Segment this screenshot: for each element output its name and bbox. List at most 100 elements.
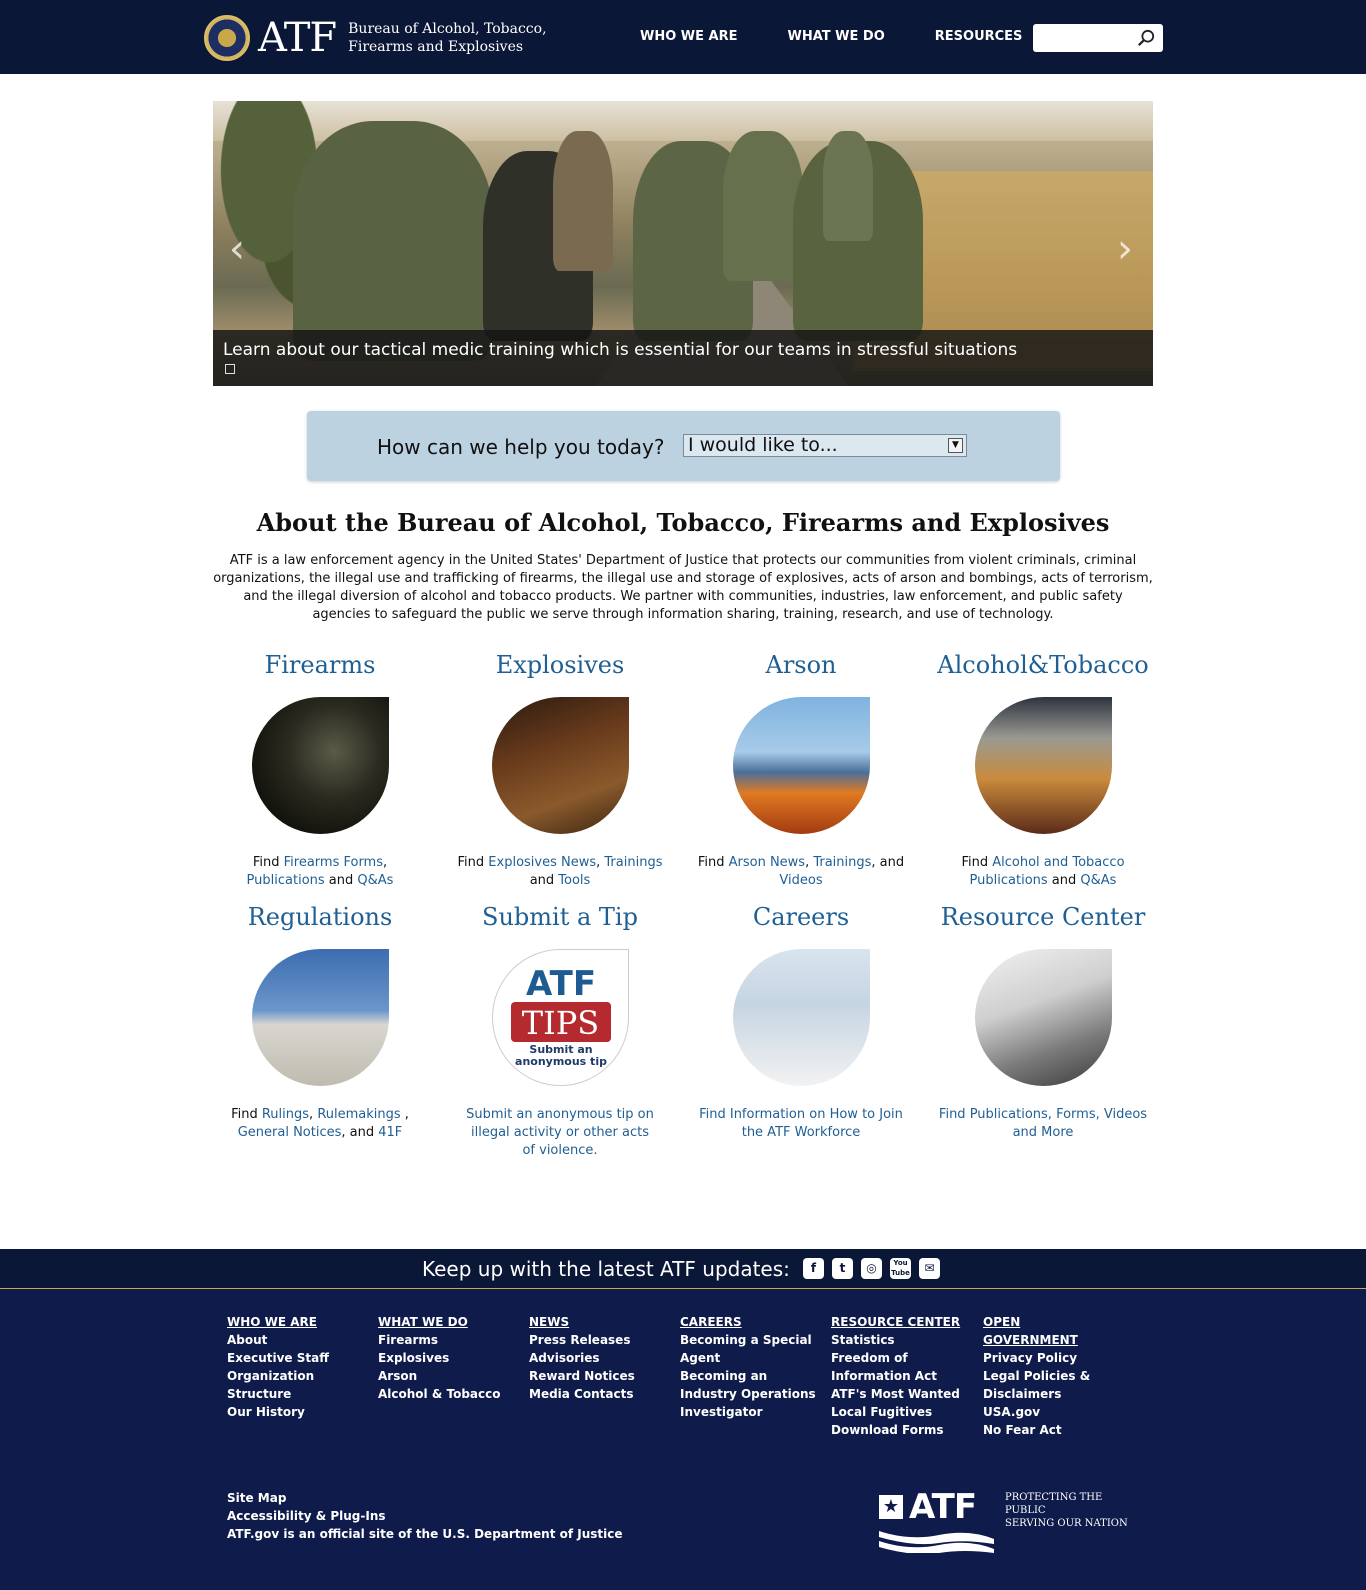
- footer-heading[interactable]: WHAT WE DO: [378, 1313, 528, 1331]
- submit-tip-link[interactable]: Submit an anonymous tip on illegal activ…: [466, 1107, 654, 1158]
- footer-link[interactable]: Freedom of Information Act: [831, 1349, 961, 1385]
- home-link[interactable]: ATF Bureau of Alcohol, Tobacco, Firearms…: [204, 14, 548, 62]
- footer-heading[interactable]: RESOURCE CENTER: [831, 1313, 961, 1331]
- firearms-forms-link[interactable]: Firearms Forms: [284, 855, 383, 870]
- nav-who-we-are[interactable]: WHO WE ARE: [640, 29, 738, 44]
- category-title[interactable]: Arson: [681, 651, 921, 683]
- search-icon[interactable]: [1137, 29, 1155, 47]
- category-alcohol-tobacco: Alcohol&Tobacco Find Alcohol and Tobacco…: [923, 651, 1163, 890]
- carousel-prev-button[interactable]: ‹: [229, 226, 245, 272]
- arson-image[interactable]: [732, 697, 870, 834]
- desc-text: and: [529, 873, 559, 888]
- desc-text: Find: [457, 855, 489, 870]
- instagram-icon[interactable]: ◎: [861, 1258, 882, 1279]
- 41f-link[interactable]: 41F: [378, 1125, 402, 1140]
- explosives-trainings-link[interactable]: Trainings: [604, 855, 662, 870]
- explosives-news-link[interactable]: Explosives News: [488, 855, 596, 870]
- category-title[interactable]: Firearms: [200, 651, 440, 683]
- footer-link[interactable]: Organization Structure: [227, 1367, 377, 1403]
- footer-link[interactable]: Privacy Policy: [983, 1349, 1108, 1367]
- flag-wave-icon: [879, 1531, 994, 1553]
- footer-link[interactable]: Advisories: [529, 1349, 679, 1367]
- footer-link[interactable]: Becoming a Special Agent: [680, 1331, 820, 1367]
- help-box: How can we help you today? I would like …: [307, 411, 1060, 481]
- category-title[interactable]: Regulations: [200, 903, 440, 935]
- arson-videos-link[interactable]: Videos: [779, 873, 822, 888]
- hero-soldier: [723, 131, 803, 281]
- arson-news-link[interactable]: Arson News: [729, 855, 805, 870]
- footer-link[interactable]: Local Fugitives: [831, 1403, 961, 1421]
- accessibility-link[interactable]: Accessibility & Plug-Ins: [227, 1507, 623, 1525]
- footer-link[interactable]: Press Releases: [529, 1331, 679, 1349]
- site-map-link[interactable]: Site Map: [227, 1489, 623, 1507]
- resource-center-link[interactable]: Find Publications, Forms, Videos and Mor…: [939, 1107, 1147, 1140]
- footer-link[interactable]: No Fear Act: [983, 1421, 1108, 1439]
- hero-carousel[interactable]: ‹ › Learn about our tactical medic train…: [213, 101, 1153, 386]
- carousel-caption-text[interactable]: Learn about our tactical medic training …: [223, 340, 1017, 360]
- hero-soldier: [553, 131, 613, 271]
- category-resource-center: Resource Center Find Publications, Forms…: [923, 903, 1163, 1142]
- category-title[interactable]: Careers: [681, 903, 921, 935]
- firearms-publications-link[interactable]: Publications: [247, 873, 325, 888]
- footer-link[interactable]: Media Contacts: [529, 1385, 679, 1403]
- footer-link[interactable]: USA.gov: [983, 1403, 1108, 1421]
- footer-link[interactable]: Download Forms: [831, 1421, 961, 1439]
- category-description: Find Explosives News, Trainings and Tool…: [440, 854, 680, 890]
- explosives-image[interactable]: [491, 697, 629, 834]
- footer-link[interactable]: Explosives: [378, 1349, 528, 1367]
- general-notices-link[interactable]: General Notices: [238, 1125, 342, 1140]
- footer-tagline: PROTECTING THE PUBLIC SERVING OUR NATION: [1005, 1491, 1145, 1530]
- footer-link[interactable]: Our History: [227, 1403, 377, 1421]
- arson-trainings-link[interactable]: Trainings: [813, 855, 871, 870]
- footer-link[interactable]: Alcohol & Tobacco: [378, 1385, 528, 1403]
- footer-link[interactable]: Arson: [378, 1367, 528, 1385]
- atf-tips-image[interactable]: ATF TIPS Submit an anonymous tip: [491, 949, 629, 1086]
- careers-info-link[interactable]: Find Information on How to Join the ATF …: [699, 1107, 903, 1140]
- tips-box: TIPS: [510, 1002, 611, 1042]
- footer-link[interactable]: Legal Policies & Disclaimers: [983, 1367, 1108, 1403]
- alcohol-tobacco-image[interactable]: [974, 697, 1112, 834]
- regulations-image[interactable]: [251, 949, 389, 1086]
- help-select[interactable]: I would like to... ▼: [683, 434, 967, 457]
- footer-col-resource-center: RESOURCE CENTER Statistics Freedom of In…: [831, 1313, 961, 1439]
- twitter-icon[interactable]: t: [832, 1258, 853, 1279]
- category-title[interactable]: Alcohol&Tobacco: [923, 651, 1163, 683]
- facebook-icon[interactable]: f: [803, 1258, 824, 1279]
- category-title[interactable]: Resource Center: [923, 903, 1163, 935]
- nav-what-we-do[interactable]: WHAT WE DO: [788, 29, 885, 44]
- firearms-image[interactable]: [251, 697, 389, 834]
- email-icon[interactable]: ✉: [919, 1258, 940, 1279]
- footer-link[interactable]: Reward Notices: [529, 1367, 679, 1385]
- tagline-line: PROTECTING THE PUBLIC: [1005, 1492, 1103, 1516]
- search-input[interactable]: [1033, 24, 1133, 52]
- main-nav: WHO WE ARE WHAT WE DO RESOURCES: [640, 29, 1072, 44]
- desc-text: Find: [252, 855, 284, 870]
- explosives-tools-link[interactable]: Tools: [558, 873, 590, 888]
- category-careers: Careers Find Information on How to Join …: [681, 903, 921, 1142]
- footer-link[interactable]: Becoming an Industry Operations Investig…: [680, 1367, 820, 1421]
- footer-link[interactable]: About: [227, 1331, 377, 1349]
- youtube-icon[interactable]: You Tube: [890, 1258, 911, 1279]
- footer-heading[interactable]: NEWS: [529, 1313, 679, 1331]
- category-title[interactable]: Submit a Tip: [440, 903, 680, 935]
- footer-heading[interactable]: WHO WE ARE: [227, 1313, 377, 1331]
- resource-center-image[interactable]: [974, 949, 1112, 1086]
- footer-link[interactable]: Statistics: [831, 1331, 961, 1349]
- footer-col-who-we-are: WHO WE ARE About Executive Staff Organiz…: [227, 1313, 377, 1421]
- help-label: How can we help you today?: [377, 435, 665, 459]
- footer-link[interactable]: Executive Staff: [227, 1349, 377, 1367]
- footer-heading[interactable]: OPEN GOVERNMENT: [983, 1313, 1108, 1349]
- alcohol-tobacco-qa-link[interactable]: Q&As: [1080, 873, 1116, 888]
- rulings-link[interactable]: Rulings: [262, 1107, 309, 1122]
- footer-link[interactable]: Firearms: [378, 1331, 528, 1349]
- carousel-next-button[interactable]: ›: [1117, 226, 1133, 272]
- category-title[interactable]: Explosives: [440, 651, 680, 683]
- nav-resources[interactable]: RESOURCES: [935, 29, 1023, 44]
- firearms-qa-link[interactable]: Q&As: [357, 873, 393, 888]
- footer-heading[interactable]: CAREERS: [680, 1313, 820, 1331]
- footer-atf-logo[interactable]: ★ ATF PROTECTING THE PUBLIC SERVING OUR …: [879, 1487, 1139, 1561]
- footer-link[interactable]: ATF's Most Wanted: [831, 1385, 961, 1403]
- careers-image[interactable]: [732, 949, 870, 1086]
- brand-name: Bureau of Alcohol, Tobacco, Firearms and…: [348, 21, 547, 55]
- rulemakings-link[interactable]: Rulemakings: [317, 1107, 400, 1122]
